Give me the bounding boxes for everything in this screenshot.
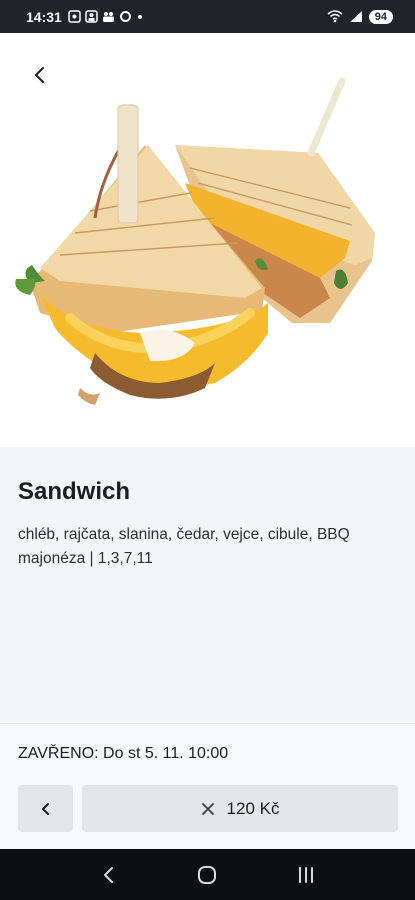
chevron-left-icon [35,67,44,83]
order-bar: ZAVŘENO: Do st 5. 11. 10:00 120 Kč [0,723,415,849]
close-icon [201,802,214,815]
nav-back-icon [104,866,114,883]
status-time: 14:31 [26,8,62,25]
nav-home-button[interactable] [187,855,227,895]
screenshot-icon [68,10,81,23]
teams-icon [102,12,114,22]
status-notification-icons [68,10,144,23]
product-image-area [0,33,415,447]
status-bar: 14:31 94 [0,0,415,33]
status-right: 94 [327,9,393,24]
nav-back-button[interactable] [89,855,129,895]
signal-icon [349,11,362,22]
back-button-top[interactable] [22,57,58,93]
wifi-icon [327,10,343,23]
back-button[interactable] [18,785,73,832]
status-left: 14:31 [26,9,144,25]
nav-home-icon [198,865,217,884]
nav-recents-button[interactable] [286,855,326,895]
add-to-cart-button[interactable]: 120 Kč [82,785,398,832]
product-title: Sandwich [18,478,131,505]
nav-recents-icon [298,866,313,883]
product-details: Sandwich chléb, rajčata, slanina, čedar,… [0,447,415,723]
product-description: chléb, rajčata, slanina, čedar, vejce, c… [18,526,350,567]
o-icon [119,11,131,22]
dot-icon [137,15,142,19]
battery-level: 94 [368,9,393,24]
closed-status: ZAVŘENO: Do st 5. 11. 10:00 [18,745,229,762]
selfie-icon [85,10,98,23]
chevron-left-icon [41,802,49,815]
product-image [15,77,375,405]
system-nav-bar [0,849,415,900]
price-label: 120 Kč [226,798,280,818]
